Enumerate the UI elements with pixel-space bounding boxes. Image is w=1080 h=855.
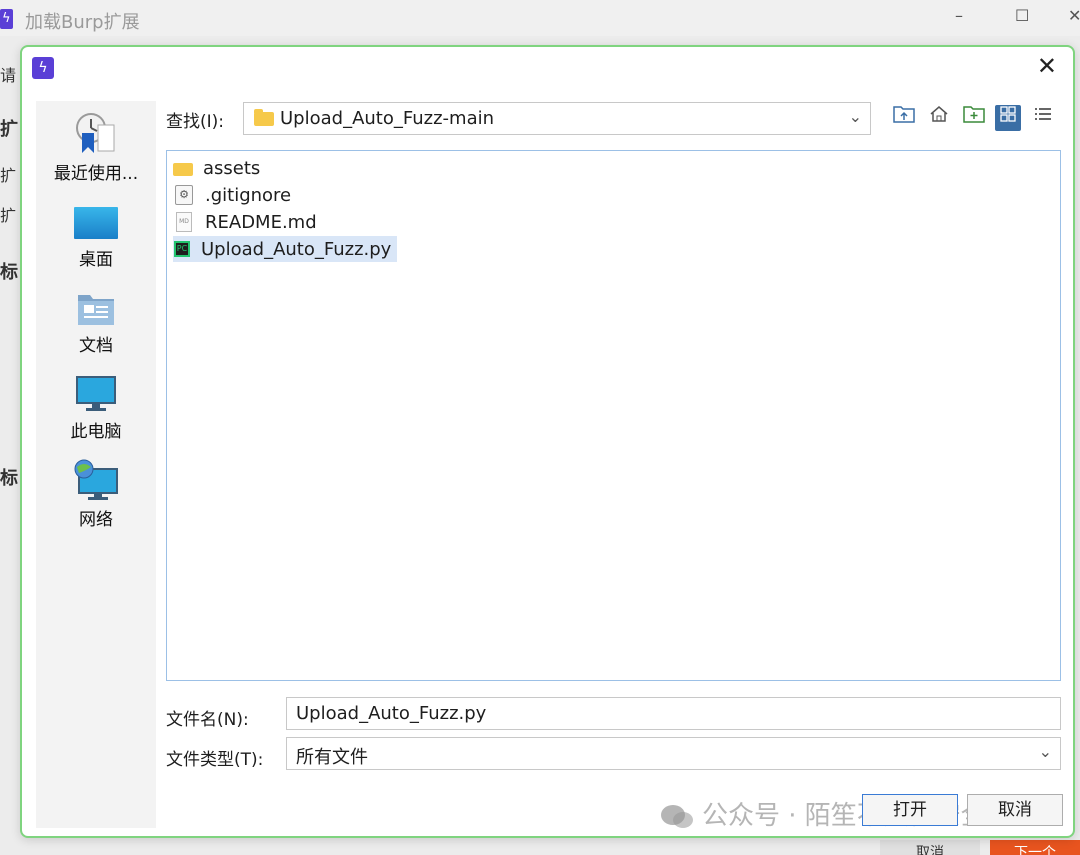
folder-icon [173, 163, 193, 176]
file-name: .gitignore [205, 184, 292, 206]
file-name: Upload_Auto_Fuzz.py [201, 238, 392, 260]
background-next-button[interactable]: 下一个 [990, 840, 1080, 855]
dialog-close-button[interactable]: ✕ [1037, 52, 1057, 80]
chevron-down-icon[interactable]: ⌄ [849, 107, 862, 126]
background-titlebar: ϟ 加载Burp扩展 – ☐ ✕ [0, 0, 1080, 36]
file-item-gitignore[interactable]: ⚙ .gitignore [173, 182, 297, 208]
background-text-fragment: 标 [0, 262, 18, 283]
background-text-fragment: 扩 [0, 206, 17, 225]
background-text-fragment: 扩 [0, 119, 18, 140]
look-in-value: Upload_Auto_Fuzz-main [280, 108, 495, 129]
place-network[interactable]: 网络 [36, 459, 156, 530]
place-label: 网络 [79, 510, 113, 530]
up-folder-button[interactable] [891, 105, 917, 131]
cancel-button[interactable]: 取消 [967, 794, 1063, 826]
file-type-value: 所有文件 [296, 747, 368, 768]
file-name: README.md [205, 211, 317, 233]
look-in-combobox[interactable]: Upload_Auto_Fuzz-main ⌄ [243, 102, 871, 135]
place-computer[interactable]: 此电脑 [36, 375, 156, 442]
background-text-fragment: 标 [0, 468, 18, 489]
home-button[interactable] [926, 105, 952, 131]
look-in-label: 查找(I): [166, 112, 225, 132]
app-icon: ϟ [0, 9, 13, 29]
list-view-button[interactable] [995, 105, 1021, 131]
place-documents[interactable]: 文档 [36, 291, 156, 356]
open-file-dialog: ϟ ✕ 最近使用... 桌面 文档 此电脑 网络 查找(I): Upload_A… [20, 45, 1075, 838]
place-label: 文档 [79, 336, 113, 356]
documents-icon [76, 291, 116, 327]
file-name-input[interactable]: Upload_Auto_Fuzz.py [286, 697, 1061, 730]
new-folder-icon [963, 106, 985, 123]
file-item-assets[interactable]: assets [173, 155, 266, 181]
details-view-icon [1035, 108, 1051, 120]
list-view-icon [1000, 106, 1016, 122]
home-icon [930, 106, 948, 122]
file-list[interactable]: assets ⚙ .gitignore MD README.md PC Uplo… [166, 150, 1061, 681]
file-type-select[interactable]: 所有文件 ⌄ [286, 737, 1061, 770]
background-text-fragment: 扩 [0, 166, 17, 185]
markdown-file-icon: MD [176, 212, 192, 232]
background-text-fragment: 请 [0, 66, 17, 85]
background-window-title: 加载Burp扩展 [25, 12, 140, 33]
maximize-button[interactable]: ☐ [1015, 6, 1029, 25]
new-folder-button[interactable] [961, 105, 987, 131]
background-cancel-button[interactable]: 取消 [880, 840, 980, 855]
chevron-down-icon[interactable]: ⌄ [1039, 742, 1052, 761]
network-icon [73, 459, 119, 501]
folder-icon [254, 109, 274, 126]
file-item-readme[interactable]: MD README.md [173, 209, 323, 235]
background-close-button[interactable]: ✕ [1068, 6, 1080, 25]
settings-file-icon: ⚙ [175, 185, 193, 205]
dialog-app-icon: ϟ [32, 57, 54, 79]
desktop-icon [74, 205, 118, 241]
place-label: 桌面 [79, 250, 113, 270]
recent-icon [74, 111, 118, 155]
file-item-upload-auto-fuzz[interactable]: PC Upload_Auto_Fuzz.py [173, 236, 398, 262]
file-type-label: 文件类型(T): [166, 750, 264, 770]
place-label: 最近使用... [53, 164, 139, 184]
file-name: assets [203, 157, 261, 179]
computer-icon [76, 375, 116, 413]
wechat-icon [660, 804, 694, 830]
file-name-label: 文件名(N): [166, 710, 249, 730]
place-desktop[interactable]: 桌面 [36, 205, 156, 270]
place-label: 此电脑 [70, 422, 122, 442]
minimize-button[interactable]: – [955, 6, 963, 25]
details-view-button[interactable] [1030, 105, 1056, 131]
place-recent[interactable]: 最近使用... [36, 111, 156, 184]
up-folder-icon [893, 106, 915, 123]
python-file-icon: PC [174, 241, 190, 257]
open-button[interactable]: 打开 [862, 794, 958, 826]
places-sidebar: 最近使用... 桌面 文档 此电脑 网络 [36, 101, 156, 828]
